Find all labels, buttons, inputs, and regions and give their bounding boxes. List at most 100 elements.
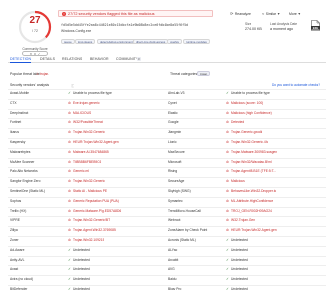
threat-categories-label: Threat categories (170, 72, 198, 76)
threat-category-badge[interactable]: trojan (197, 71, 211, 76)
vendor-result-malicious: ⊘ Malware.AI.3547684865 (68, 149, 163, 156)
file-hash[interactable]: fd5d5e5dd45ffe2aa8c44621e80c15dbcfa1e9b0… (61, 23, 188, 27)
vendor-name: Arcabit (168, 257, 179, 262)
vendor-result-malicious: ⊘ Trojan:Win32/Wacatac.B!ml (226, 159, 321, 166)
vendor-name: McAfee Scanner (10, 159, 35, 164)
vendor-result-undetected: ✓ Undetected (226, 247, 321, 254)
warning-icon: ⊘ (68, 159, 72, 164)
check-circle-icon: ✓ (226, 267, 230, 272)
warning-icon: ⊘ (68, 140, 72, 144)
popular-threat-value: trojan. (40, 72, 50, 76)
vendor-row: Malwarebytes ⊘ Malware.AI.3547684865 MaxSec… (8, 147, 326, 156)
vendor-row: Palo Alto Networks ⊘ Generic.ml Rising ⊘ Troj… (8, 167, 326, 174)
warning-icon: ⊘ (226, 189, 230, 193)
vendor-row: DeepInstinct ⊘ MALICIOUS Elastic ⊘ Malicious … (8, 108, 326, 116)
vendor-result-text: Trojan.Win32.Generic (73, 130, 105, 135)
refresh-icon: ⟳ (230, 11, 234, 16)
vendor-name: Ad-Aware (10, 247, 25, 252)
warning-icon: ⊘ (68, 208, 72, 213)
check-circle-icon: ✓ (226, 91, 230, 95)
warning-icon: ⊘ (68, 238, 72, 242)
tab-details[interactable]: DETAILS (40, 55, 55, 63)
vendor-result-text: Undetected (231, 267, 248, 272)
vendor-name: Antiy-AVL (10, 257, 25, 262)
vendor-name: Microsoft (168, 159, 182, 164)
vendor-name: Symantec (168, 198, 183, 203)
more-button[interactable]: More ▾ (289, 11, 300, 16)
vendor-result-malicious: ⊘ Trojan.Malware.300983.susgen (226, 149, 321, 156)
vendor-result-undetected: ✓ Undetected (68, 257, 163, 264)
vendor-name: CTX (10, 100, 17, 105)
vendor-result-malicious: ⊘ HEUR:Trojan.Win32.Agent.gen (68, 139, 163, 146)
tab-detection[interactable]: DETECTION (10, 55, 32, 63)
vendor-result-text: Undetected (231, 238, 248, 242)
vendor-result-malicious: ⊘ Trojan.Agent.Win32.3769085 (68, 227, 163, 234)
vendor-result-text: Ti!8BBB6FBEB9C6 (73, 159, 102, 164)
size-value: 274.00 KB (245, 27, 262, 31)
vendor-row: Ad-Aware ✓ Undetected ALYac ✓ Undetected (8, 245, 326, 254)
vendor-result-text: HEUR:Trojan.Win32.Agent.gen (231, 228, 277, 233)
vendor-result-undetected: ✓ Unable to process file type (68, 90, 163, 97)
warning-icon: ⊘ (68, 100, 72, 105)
vendor-name: Google (168, 120, 179, 125)
vendor-result-undetected: ✓ Undetected (68, 276, 163, 283)
vendor-result-text: Trojan.Generic.gxodk (231, 130, 263, 135)
warning-icon: ⊘ (226, 218, 230, 223)
vendor-result-malicious: ⊘ Trojan.Win32.109215 (68, 237, 163, 244)
vendor-name: Kaspersky (10, 140, 26, 144)
vendor-result-text: Trojan.Win32.Generic.4!c (231, 140, 269, 144)
file-tag[interactable]: direct-cpu-clock-access (133, 39, 169, 44)
file-tag[interactable]: overlay (167, 39, 183, 44)
vendor-row: Fortinet ⊘ W32/PossibleThreat Google ⊘ Detect… (8, 118, 326, 125)
automate-checks-link[interactable]: Do you want to automate checks? (272, 83, 320, 87)
vendor-row: Avast-Mobile ✓ Unable to process file type… (8, 89, 326, 96)
vendor-result-text: Undetected (231, 247, 248, 252)
vendor-result-text: W32/PossibleThreat (73, 120, 103, 125)
vendor-result-undetected: ✓ Undetected (68, 266, 163, 273)
similar-button[interactable]: ≈ Similar ▾ (262, 11, 280, 16)
check-circle-icon: ✓ (68, 257, 72, 262)
file-tag[interactable]: runtime-modules (183, 39, 210, 44)
vendor-result-text: Trojan:Win32/Wacatac.B!ml (231, 159, 272, 164)
vendor-name: AhnLab-V3 (168, 91, 185, 95)
reanalyze-button[interactable]: ⟳ Reanalyze (230, 11, 251, 16)
vendor-row: McAfee Scanner ⊘ Ti!8BBB6FBEB9C6 Microsoft ⊘… (8, 157, 326, 166)
warning-icon: ⊘ (226, 130, 230, 135)
vendor-result-text: Undetected (231, 287, 248, 291)
alert-icon: ! (62, 11, 66, 16)
vendor-name: Avira (no cloud) (10, 277, 34, 282)
vendor-result-text: Generic Reputation PUA (PUA) (73, 198, 119, 203)
vendor-name: TrendMicro-HouseCall (168, 208, 201, 213)
warning-icon: ⊘ (226, 198, 230, 203)
vendor-result-text: MALICIOUS (73, 110, 92, 115)
vendor-row: CTX ⊘ Exe.trojan.generic Cynet ⊘ Malicious (s… (8, 98, 326, 107)
tab-relations[interactable]: RELATIONS (62, 55, 82, 63)
file-tag[interactable]: peexe (61, 39, 75, 44)
file-tag[interactable]: detect-debug-environment (97, 39, 136, 44)
tab-behavior[interactable]: BEHAVIOR (90, 55, 109, 63)
vendor-result-malicious: ⊘ Malicious (score: 100) (226, 100, 321, 107)
vendor-result-text: Undetected (231, 277, 248, 282)
vendor-name: Lionic (168, 140, 177, 144)
vendor-result-text: ML.Attribute.HighConfidence (231, 198, 274, 203)
vendor-name: DeepInstinct (10, 110, 29, 115)
vendor-name: Trellix (HX) (10, 208, 27, 213)
vendor-result-undetected: ✓ Unable to process file type (226, 90, 321, 97)
info-icon[interactable]: ⓘ (71, 83, 74, 88)
vendor-result-text: Malicious (231, 179, 245, 184)
vendor-result-text: Undetected (73, 267, 90, 272)
detection-count: 27 (29, 15, 41, 26)
vendor-name: Malwarebytes (10, 149, 31, 154)
warning-icon: ⊘ (226, 140, 230, 144)
vendor-result-text: Generic.Malware.P!g.ED57A8D6 (73, 208, 122, 213)
vendor-result-malicious: ⊘ BehavesLike.Win32.Dropper.tc (226, 188, 321, 195)
vendor-name: Palo Alto Networks (10, 169, 38, 174)
last-analysis-label: Last Analysis Date (270, 22, 298, 26)
file-tag[interactable]: long-sleeps (75, 39, 96, 44)
warning-icon: ⊘ (68, 218, 72, 223)
vendor-result-text: Malware.AI.3547684865 (73, 149, 109, 154)
tab-community[interactable]: COMMUNITY (116, 55, 138, 63)
warning-icon: ⊘ (68, 130, 72, 135)
check-circle-icon: ✓ (68, 91, 72, 95)
vendor-result-text: W32.Trojan.Gen (231, 218, 256, 223)
